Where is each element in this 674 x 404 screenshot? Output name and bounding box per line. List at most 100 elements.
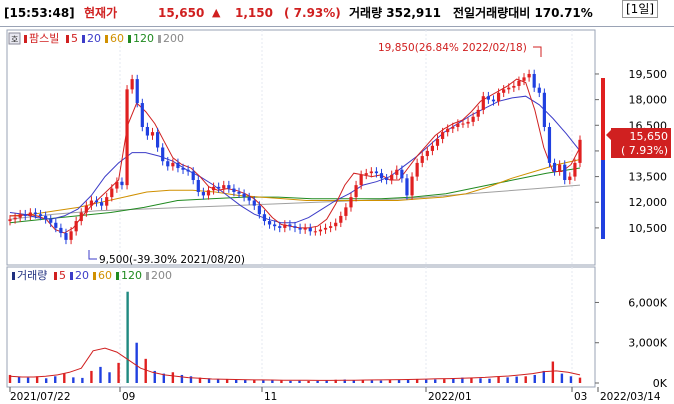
candle-body: [217, 186, 221, 189]
candle-body: [435, 138, 440, 146]
candle-body: [410, 176, 414, 196]
volume-bar: [370, 380, 374, 383]
price-axis-label: 19,500: [629, 68, 668, 81]
candle-body: [247, 197, 251, 201]
candle-body: [542, 92, 546, 127]
date-axis-label: 2021/07/22: [10, 391, 71, 403]
candle-body: [206, 190, 211, 196]
price-legend-swatch: [82, 35, 85, 43]
candle-body: [573, 162, 577, 177]
candle-body: [28, 212, 32, 216]
volume-legend-swatch: [146, 272, 149, 280]
volume-bar: [424, 379, 428, 383]
candle-body: [395, 169, 399, 175]
volume-bar: [262, 380, 265, 383]
candle-body: [359, 174, 363, 186]
volume-legend-label: 120: [121, 269, 142, 282]
candle-body: [23, 214, 27, 216]
candle-body: [578, 139, 582, 163]
candle-body: [537, 87, 541, 93]
current-price: 15,650: [158, 6, 205, 20]
volume-bar: [388, 379, 392, 383]
candle-body: [222, 185, 226, 189]
volume-legend-label: 60: [98, 269, 112, 282]
candle-body: [344, 207, 348, 216]
candle-body: [496, 92, 501, 102]
price-legend-label: 120: [133, 32, 154, 45]
candle-body: [262, 214, 267, 222]
volume-bar: [515, 376, 518, 383]
candle-body: [49, 219, 53, 223]
volume-bar: [443, 379, 446, 383]
candle-body: [568, 176, 572, 181]
price-legend-label: 200: [163, 32, 184, 45]
volume-bar: [135, 342, 138, 383]
candle-body: [18, 214, 22, 218]
candle-body: [298, 227, 302, 230]
candle-body: [349, 197, 353, 208]
volume-bar: [524, 376, 527, 383]
volume-bar: [560, 373, 564, 383]
candle-body: [150, 132, 155, 136]
volume-legend-swatch: [12, 272, 15, 280]
candle-body: [273, 224, 277, 227]
price-change-percent: ( 7.93%): [284, 6, 341, 20]
candle-body: [44, 215, 48, 220]
candle-body: [461, 123, 465, 125]
volume-legend-swatch: [54, 272, 57, 280]
volume-axis-label: 3,000K: [628, 337, 667, 350]
up-arrow-icon: ▲: [212, 6, 221, 19]
volume-bar: [488, 378, 491, 383]
volume-axis: 6,000K 3,000K 0K: [595, 296, 668, 390]
candle-body: [94, 200, 99, 203]
candle-body: [8, 219, 12, 222]
price-tag-percent: ( 7.93%): [621, 144, 668, 157]
price-legend-swatch: [66, 35, 69, 43]
volume-bar: [244, 379, 247, 383]
candle-body: [38, 214, 43, 216]
date-axis-label: 09: [122, 391, 135, 403]
volume-bar: [144, 358, 147, 383]
candle-body: [334, 222, 338, 227]
candle-body: [105, 197, 109, 206]
candle-body: [120, 181, 124, 186]
candle-body: [33, 212, 38, 215]
date-axis-label: 2022/03/14: [600, 391, 661, 403]
candle-body: [420, 156, 424, 163]
candle-body: [130, 79, 134, 90]
volume-bar: [289, 380, 292, 383]
candle-body: [451, 126, 455, 129]
period-selector[interactable]: [1일]: [622, 0, 659, 18]
candle-body: [13, 217, 17, 220]
price-info-bar: [15:53:48] 현재가 15,650 ▲ 1,150 ( 7.93%) 거…: [0, 0, 674, 27]
volume-bar: [551, 361, 555, 383]
candle-body: [390, 174, 394, 181]
candle-body: [196, 180, 200, 192]
volume-bar: [99, 366, 102, 383]
candle-body: [74, 221, 78, 232]
volume-bar: [81, 377, 84, 383]
candle-body: [517, 80, 521, 86]
candle-body: [303, 227, 307, 230]
candle-body: [329, 226, 333, 228]
candle-body: [69, 231, 73, 240]
candle-body: [252, 200, 256, 206]
volume-bar: [280, 380, 283, 383]
candle-body: [161, 147, 165, 162]
candle-body: [400, 169, 404, 179]
candle-body: [446, 128, 450, 133]
volume-bar: [171, 372, 175, 383]
candle-body: [308, 227, 312, 232]
candle-body: [369, 171, 373, 174]
volume-legend-swatch: [93, 272, 96, 280]
candle-body: [288, 224, 292, 227]
trade-volume: 거래량 352,911: [349, 6, 441, 20]
price-axis-label: 10,500: [629, 222, 668, 235]
candle-body: [415, 162, 419, 177]
chart-canvas: 호 팜스빌 5 20 60 120 200 거래량 5 20 60 120 200 19,850(2…: [6, 29, 671, 403]
candle-body: [405, 178, 409, 196]
volume-legend-swatch: [70, 272, 73, 280]
candle-body: [440, 132, 445, 139]
price-tag-value: 15,650: [630, 130, 669, 143]
volume-bar: [253, 380, 256, 383]
